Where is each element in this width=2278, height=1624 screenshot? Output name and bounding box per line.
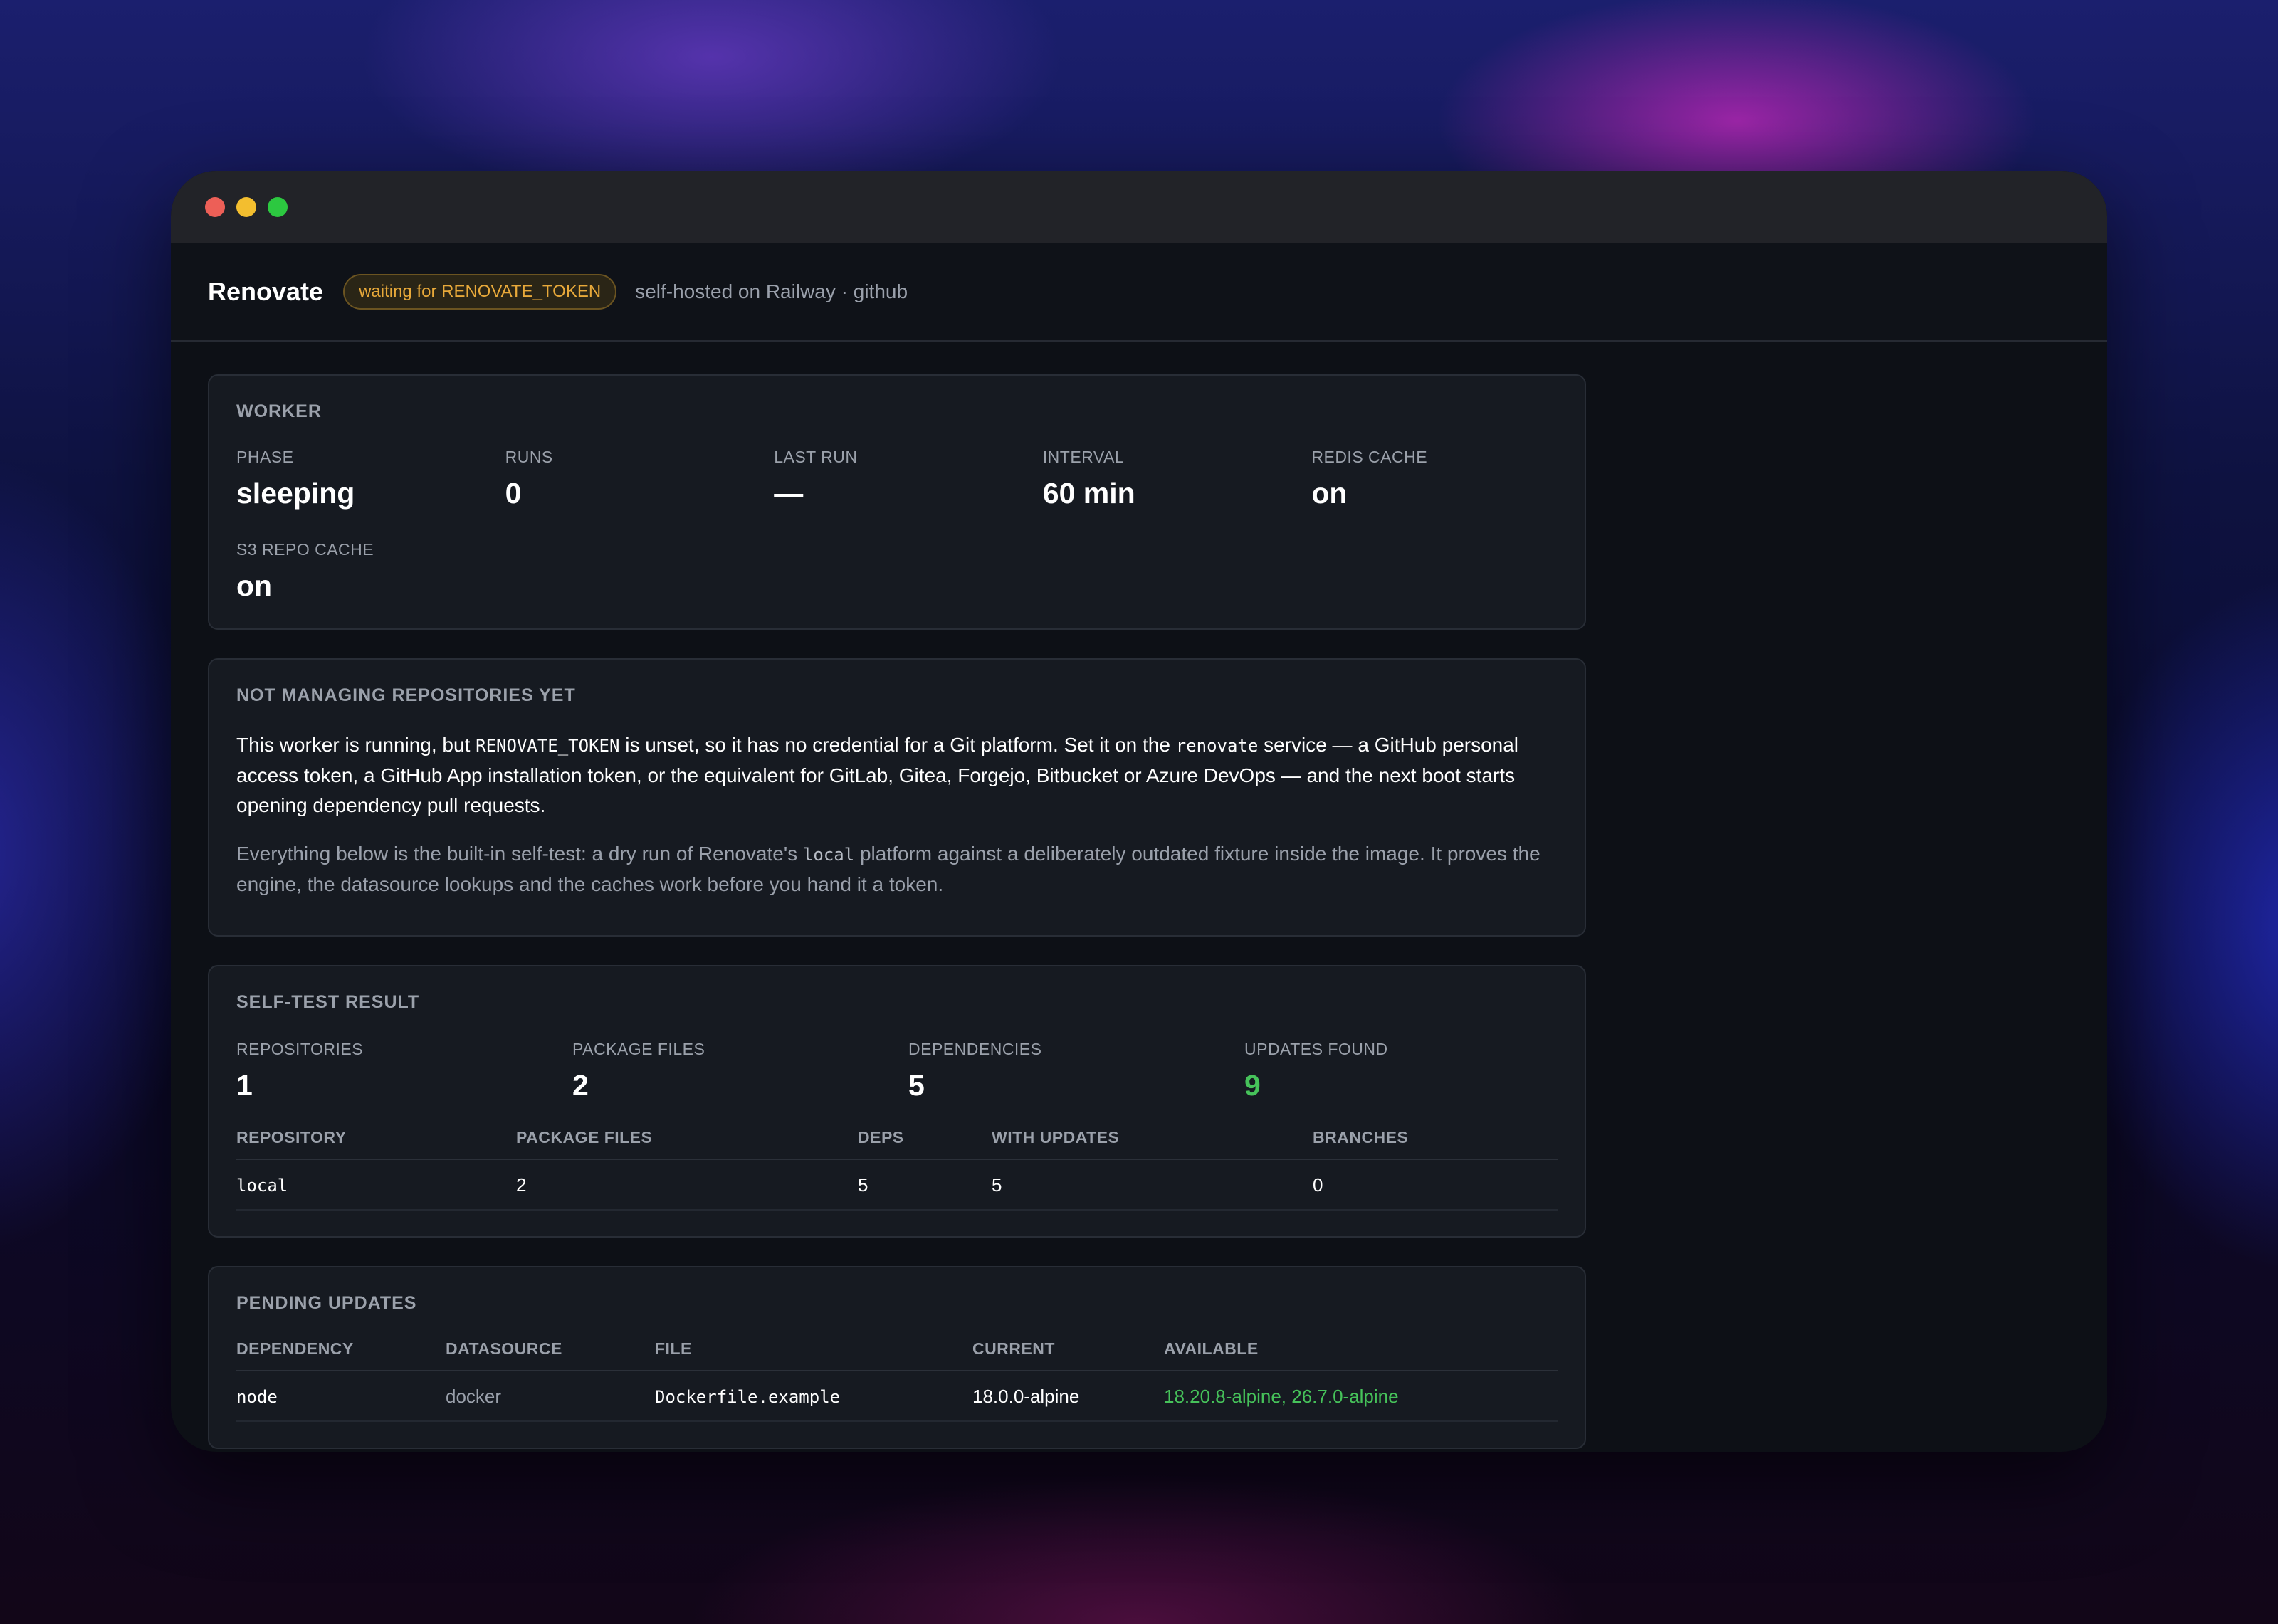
column-header: AVAILABLE: [1164, 1339, 1558, 1371]
platform-code: local: [802, 845, 855, 865]
column-header: PACKAGE FILES: [516, 1128, 858, 1160]
text: Everything below is the built-in self-te…: [236, 843, 803, 865]
status-badge: waiting for RENOVATE_TOKEN: [343, 274, 617, 310]
worker-card-title: WORKER: [236, 401, 322, 421]
table-row[interactable]: node docker Dockerfile.example 18.0.0-al…: [236, 1371, 1558, 1422]
stat-redis-cache: REDIS CACHE on: [1311, 448, 1580, 510]
stat-value: —: [774, 477, 804, 510]
table-cell: local: [236, 1159, 516, 1211]
stat-s3-repo-cache: S3 REPO CACHE on: [236, 540, 505, 603]
minimize-window-button[interactable]: [236, 197, 256, 217]
table-cell: 5: [992, 1159, 1313, 1211]
stat-label: REDIS CACHE: [1311, 448, 1428, 466]
repository-table: REPOSITORY PACKAGE FILES DEPS WITH UPDAT…: [236, 1128, 1558, 1211]
stat-label: REPOSITORIES: [236, 1040, 364, 1058]
table-cell: docker: [446, 1371, 655, 1422]
stat-value: on: [236, 569, 273, 602]
table-cell: 18.20.8-alpine, 26.7.0-alpine: [1164, 1371, 1558, 1422]
stat-label: LAST RUN: [774, 448, 858, 466]
table-cell: node: [236, 1371, 446, 1422]
close-window-button[interactable]: [205, 197, 225, 217]
stat-label: S3 REPO CACHE: [236, 540, 374, 559]
selftest-card: SELF-TEST RESULT REPOSITORIES 1 PACKAGE …: [208, 965, 1586, 1238]
text: is unset, so it has no credential for a …: [619, 734, 1176, 756]
pending-updates-card-title: PENDING UPDATES: [236, 1293, 417, 1313]
table-cell: Dockerfile.example: [655, 1371, 972, 1422]
stat-label: RUNS: [505, 448, 553, 466]
env-var-code: RENOVATE_TOKEN: [476, 736, 620, 756]
stat-runs: RUNS 0: [505, 448, 775, 510]
stat-label: PHASE: [236, 448, 294, 466]
repository-table-wrap: REPOSITORY PACKAGE FILES DEPS WITH UPDAT…: [236, 1128, 1558, 1211]
stat-label: INTERVAL: [1042, 448, 1125, 466]
notice-card-title: NOT MANAGING REPOSITORIES YET: [236, 685, 576, 705]
stat-value: 5: [908, 1069, 925, 1102]
stat-value: on: [1311, 477, 1348, 510]
table-cell: 18.0.0-alpine: [972, 1371, 1164, 1422]
app-window: Renovate waiting for RENOVATE_TOKEN self…: [171, 171, 2107, 1452]
selftest-explainer: Everything below is the built-in self-te…: [236, 839, 1558, 900]
column-header: WITH UPDATES: [992, 1128, 1313, 1160]
worker-card: WORKER PHASE sleeping RUNS 0 LAST RUN — …: [208, 374, 1586, 630]
stat-updates-found: UPDATES FOUND 9: [1244, 1040, 1580, 1102]
text: This worker is running, but: [236, 734, 476, 756]
pending-updates-table: DEPENDENCY DATASOURCE FILE CURRENT AVAIL…: [236, 1339, 1558, 1422]
column-header: REPOSITORY: [236, 1128, 516, 1160]
app-header: Renovate waiting for RENOVATE_TOKEN self…: [171, 243, 2107, 342]
stat-value: 0: [505, 477, 522, 510]
selftest-card-title: SELF-TEST RESULT: [236, 992, 420, 1012]
stat-value: 2: [572, 1069, 589, 1102]
table-cell: 0: [1313, 1159, 1558, 1211]
table-header-row: DEPENDENCY DATASOURCE FILE CURRENT AVAIL…: [236, 1339, 1558, 1371]
notice-paragraph: This worker is running, but RENOVATE_TOK…: [236, 730, 1558, 821]
stat-phase: PHASE sleeping: [236, 448, 505, 510]
table-header-row: REPOSITORY PACKAGE FILES DEPS WITH UPDAT…: [236, 1128, 1558, 1160]
stat-value: 60 min: [1042, 477, 1135, 510]
app-subtitle: self-hosted on Railway · github: [635, 280, 908, 302]
stat-value: 1: [236, 1069, 253, 1102]
column-header: DATASOURCE: [446, 1339, 655, 1371]
main-content: WORKER PHASE sleeping RUNS 0 LAST RUN — …: [208, 374, 1586, 1452]
app-title: Renovate: [208, 277, 324, 306]
pending-table-wrap: DEPENDENCY DATASOURCE FILE CURRENT AVAIL…: [236, 1339, 1558, 1422]
table-row[interactable]: local 2 5 5 0: [236, 1159, 1558, 1211]
worker-stats: PHASE sleeping RUNS 0 LAST RUN — INTERVA…: [236, 448, 1558, 603]
window-titlebar: [171, 171, 2107, 243]
stat-last-run: LAST RUN —: [774, 448, 1043, 510]
stat-package-files: PACKAGE FILES 2: [572, 1040, 908, 1102]
column-header: FILE: [655, 1339, 972, 1371]
stat-label: PACKAGE FILES: [572, 1040, 705, 1058]
stat-interval: INTERVAL 60 min: [1043, 448, 1312, 510]
stat-value: 9: [1244, 1069, 1261, 1102]
maximize-window-button[interactable]: [268, 197, 288, 217]
selftest-stats: REPOSITORIES 1 PACKAGE FILES 2 DEPENDENC…: [236, 1040, 1558, 1102]
stat-label: DEPENDENCIES: [908, 1040, 1042, 1058]
table-cell: 2: [516, 1159, 858, 1211]
column-header: DEPS: [858, 1128, 992, 1160]
stat-value: sleeping: [236, 477, 355, 510]
notice-card: NOT MANAGING REPOSITORIES YET This worke…: [208, 658, 1586, 937]
table-cell: 5: [858, 1159, 992, 1211]
column-header: CURRENT: [972, 1339, 1164, 1371]
stat-dependencies: DEPENDENCIES 5: [908, 1040, 1244, 1102]
column-header: BRANCHES: [1313, 1128, 1558, 1160]
stat-repositories: REPOSITORIES 1: [236, 1040, 572, 1102]
column-header: DEPENDENCY: [236, 1339, 446, 1371]
service-name-code: renovate: [1175, 736, 1259, 756]
stat-label: UPDATES FOUND: [1244, 1040, 1388, 1058]
pending-updates-card: PENDING UPDATES DEPENDENCY DATASOURCE FI…: [208, 1266, 1586, 1449]
